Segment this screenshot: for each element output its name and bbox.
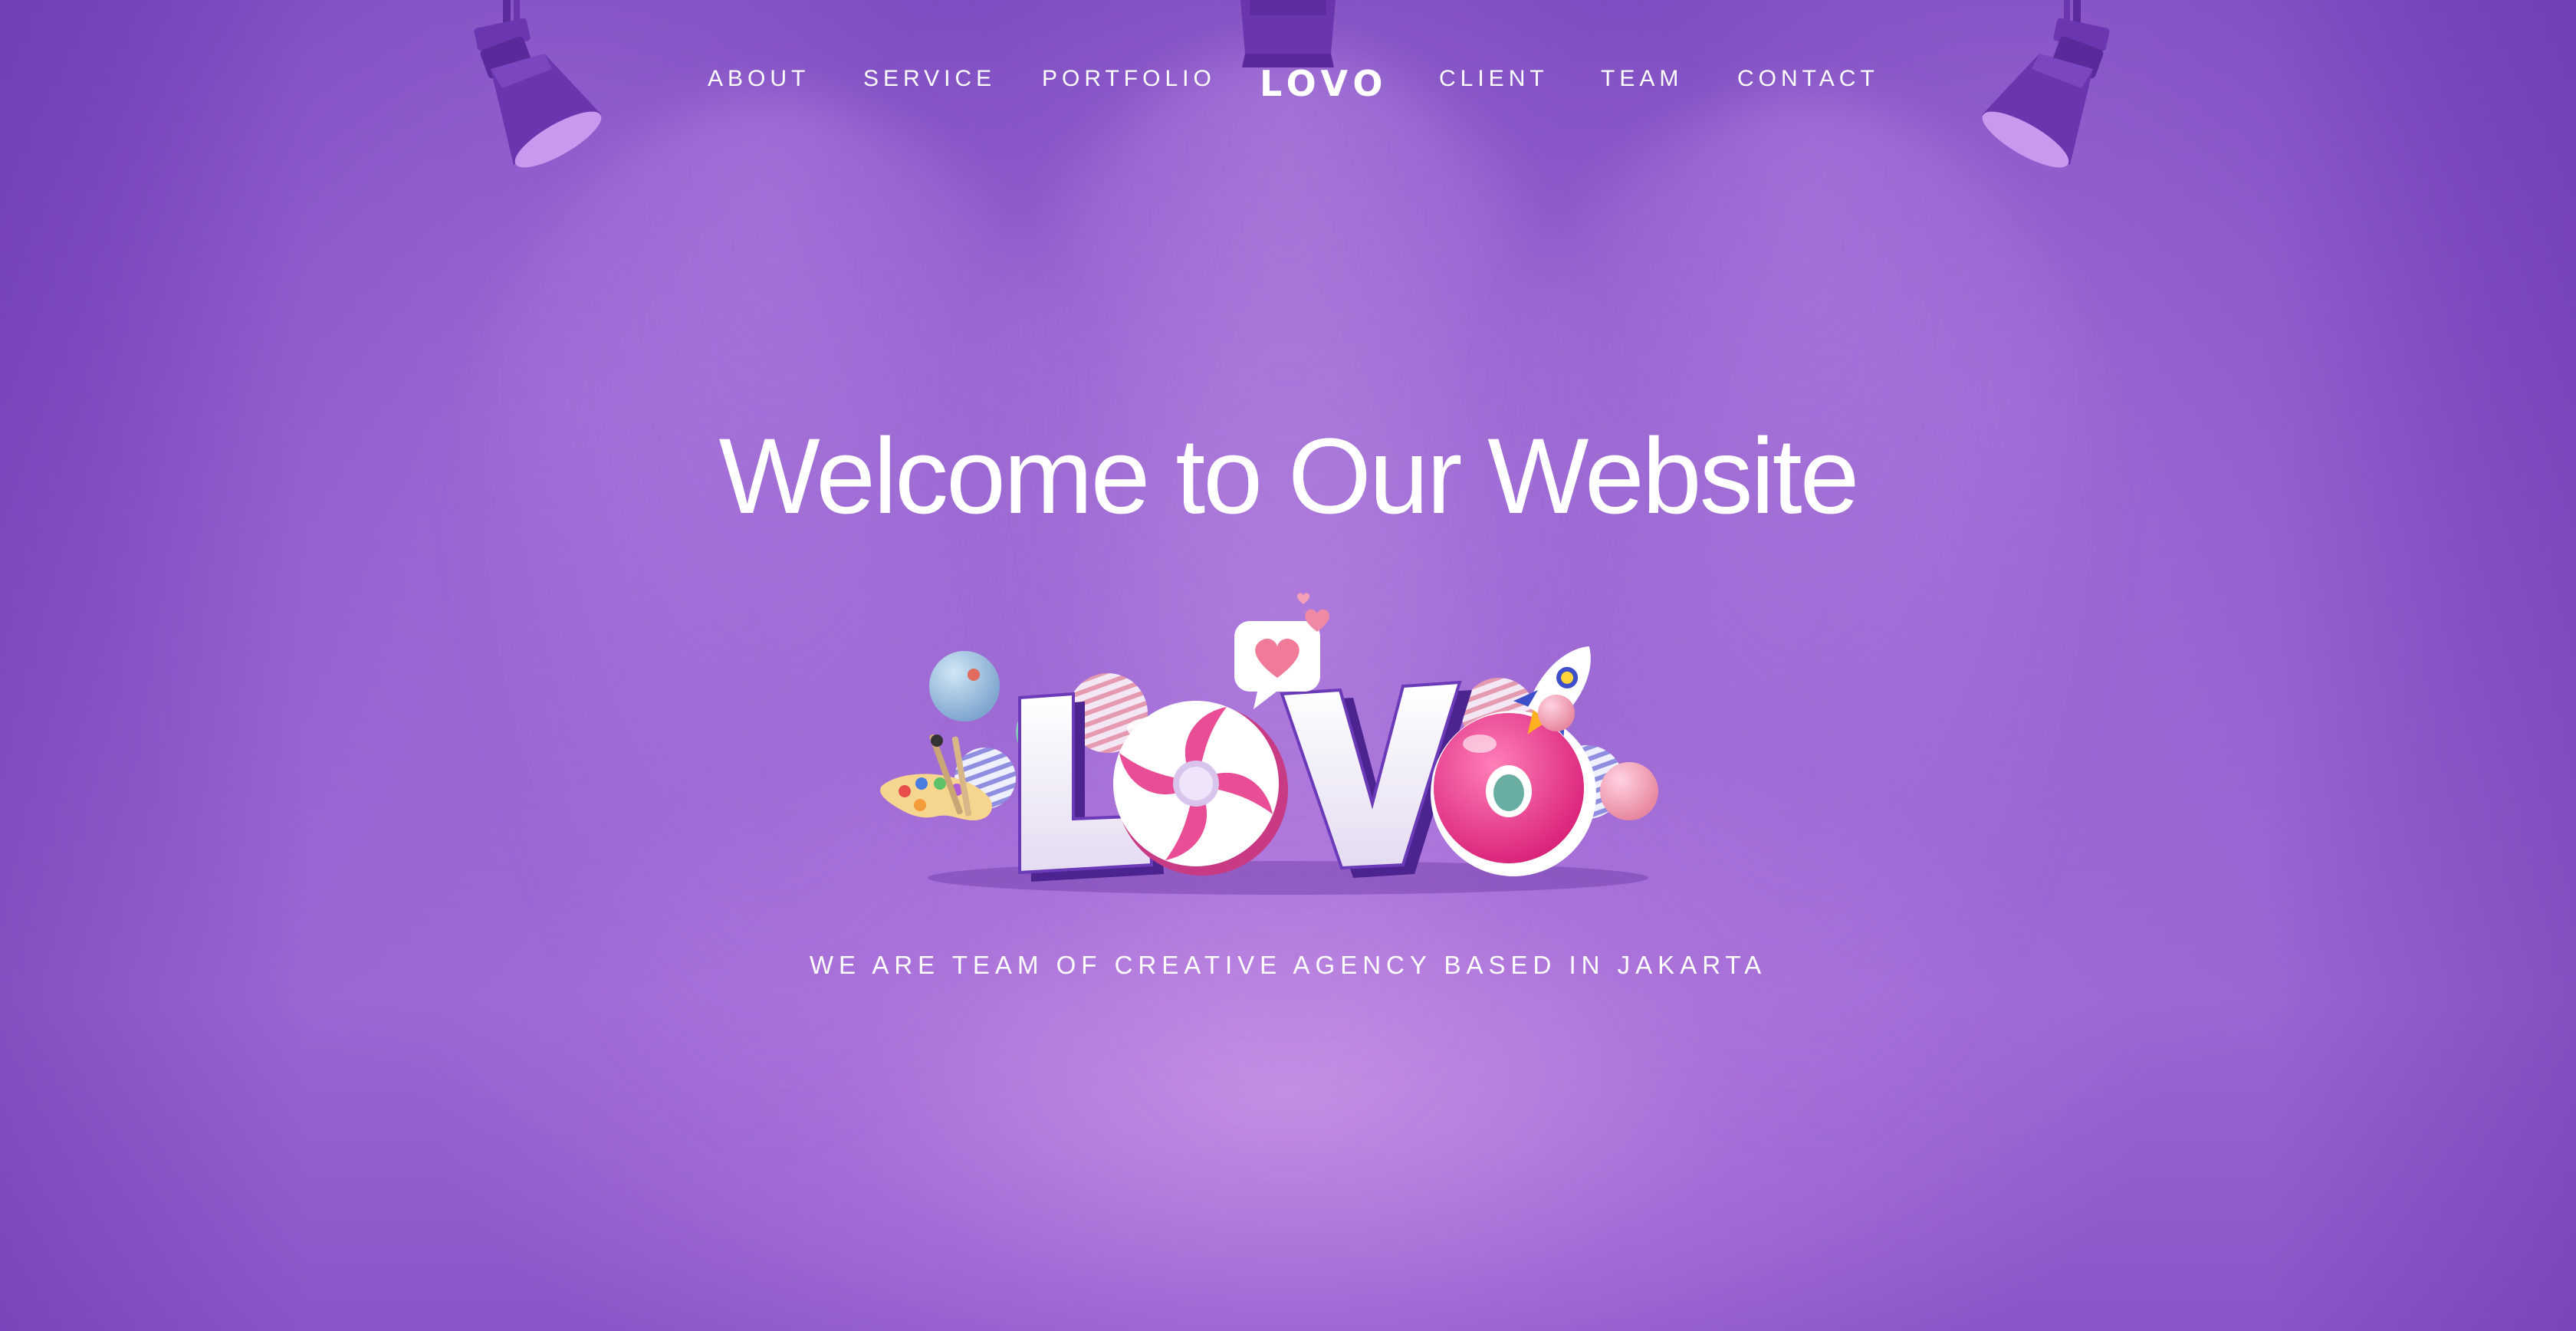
lovo-logo-illustration [880,593,1658,895]
hero-stage: ABOUT SERVICE PORTFOLIO LOVO CLIENT TEAM… [0,0,2576,1331]
nav-contact-link[interactable]: CONTACT [1737,66,1879,92]
nav-logo[interactable]: LOVO [1260,63,1388,104]
nav-client-link[interactable]: CLIENT [1439,66,1549,92]
hero-subtitle: WE ARE TEAM OF CREATIVE AGENCY BASED IN … [809,951,1767,979]
nav-team-link[interactable]: TEAM [1601,66,1683,92]
nav-portfolio-link[interactable]: PORTFOLIO [1042,66,1216,92]
hero-title: Welcome to Our Website [718,416,1860,536]
decor-ball [929,651,1000,721]
main-nav: ABOUT SERVICE PORTFOLIO LOVO CLIENT TEAM… [0,63,2576,104]
nav-about-link[interactable]: ABOUT [708,66,810,92]
nav-service-link[interactable]: SERVICE [863,66,996,92]
